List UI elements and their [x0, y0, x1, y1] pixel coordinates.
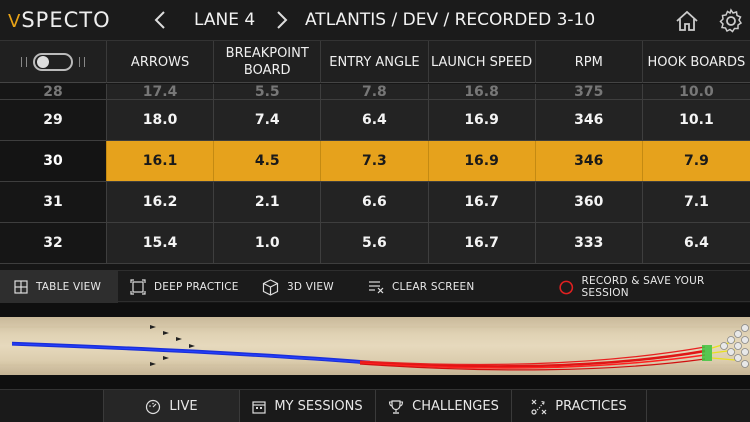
clear-list-icon — [369, 281, 384, 294]
deep-practice-button[interactable]: DEEP PRACTICE — [130, 271, 239, 303]
app-root: VSPECTO LANE 4 ATLANTIS / DEV / RECORDED… — [0, 0, 750, 422]
table-row[interactable]: 29 18.0 7.4 6.4 16.9 346 10.1 — [0, 100, 750, 141]
strategy-play-icon — [531, 399, 547, 415]
table-row-selected[interactable]: 30 16.1 4.5 7.3 16.9 346 7.9 — [0, 141, 750, 182]
cell-hook-boards: 6.4 — [684, 235, 709, 251]
nav-my-sessions-label: MY SESSIONS — [274, 399, 363, 414]
cell-arrows: 15.4 — [107, 223, 215, 263]
bowling-lane — [0, 317, 750, 375]
lane-visualization — [0, 303, 750, 389]
cell-breakpoint-board: 7.4 — [214, 100, 322, 140]
top-bar: VSPECTO LANE 4 ATLANTIS / DEV / RECORDED… — [0, 0, 750, 41]
cell-arrows: 16.2 — [107, 182, 215, 222]
shot-number: 31 — [0, 182, 107, 222]
cell-rpm: 360 — [536, 182, 643, 222]
shot-number: 30 — [0, 141, 107, 181]
cell-breakpoint-board: 1.0 — [214, 223, 322, 263]
column-header-rpm[interactable]: RPM — [536, 41, 643, 83]
home-icon[interactable] — [674, 8, 700, 34]
cell-entry-angle: 7.3 — [321, 141, 429, 181]
table-row[interactable]: 31 16.2 2.1 6.6 16.7 360 7.1 — [0, 182, 750, 223]
cell-launch-speed: 16.9 — [429, 141, 536, 181]
toggle-tick-right — [78, 57, 85, 67]
cell-arrows: 16.1 — [107, 141, 215, 181]
cell-breakpoint-board: 5.5 — [214, 84, 322, 99]
cell-launch-speed: 16.9 — [429, 100, 536, 140]
cell-hook-boards: 7.1 — [684, 194, 709, 210]
frame-corners-icon — [130, 279, 146, 295]
cell-arrows: 18.0 — [107, 100, 215, 140]
view-toolbar: TABLE VIEW DEEP PRACTICE 3D VIEW CLEAR S… — [0, 270, 750, 303]
trophy-icon — [389, 399, 404, 414]
clear-screen-label: CLEAR SCREEN — [392, 281, 475, 293]
cell-rpm: 375 — [536, 84, 643, 99]
cube-icon — [262, 278, 279, 296]
column-header-entry-angle[interactable]: ENTRY ANGLE — [321, 41, 429, 83]
cell-entry-angle: 6.4 — [321, 100, 429, 140]
cell-rpm: 333 — [536, 223, 643, 263]
3d-view-label: 3D VIEW — [287, 281, 334, 293]
table-view-button[interactable]: TABLE VIEW — [0, 271, 118, 303]
column-header-arrows[interactable]: ARROWS — [107, 41, 215, 83]
logo-text: SPECTO — [21, 8, 111, 32]
bottom-navigation: LIVE MY SESSIONS CHALLENGES PRACTICES — [0, 389, 750, 422]
cell-launch-speed: 16.8 — [429, 84, 536, 99]
record-session-button[interactable]: RECORD & SAVE YOUR SESSION — [559, 271, 750, 303]
chevron-left-icon[interactable] — [150, 9, 172, 31]
toggle-knob — [36, 56, 49, 68]
column-header-hook-boards[interactable]: HOOK BOARDS — [643, 41, 750, 83]
cell-entry-angle: 5.6 — [321, 223, 429, 263]
cell-entry-angle: 6.6 — [321, 182, 429, 222]
nav-live[interactable]: LIVE — [103, 390, 239, 422]
bowling-pins-icon — [720, 324, 749, 368]
table-row[interactable]: 28 17.4 5.5 7.8 16.8 375 10.0 — [0, 84, 750, 100]
shot-table: ARROWS BREAKPOINT BOARD ENTRY ANGLE LAUN… — [0, 41, 750, 268]
table-grid-icon — [14, 280, 28, 294]
cell-launch-speed: 16.7 — [429, 223, 536, 263]
cell-arrows: 17.4 — [107, 84, 215, 99]
table-body: 28 17.4 5.5 7.8 16.8 375 10.0 29 18.0 7.… — [0, 84, 750, 264]
cell-breakpoint-board: 2.1 — [214, 182, 322, 222]
cell-hook-boards: 10.1 — [679, 112, 714, 128]
table-row[interactable]: 32 15.4 1.0 5.6 16.7 333 6.4 — [0, 223, 750, 264]
gauge-icon — [146, 399, 161, 414]
column-header-breakpoint-board[interactable]: BREAKPOINT BOARD — [214, 41, 322, 83]
specto-logo: VSPECTO — [8, 8, 111, 32]
deep-practice-label: DEEP PRACTICE — [154, 281, 239, 293]
nav-live-label: LIVE — [169, 399, 198, 414]
3d-view-button[interactable]: 3D VIEW — [262, 271, 334, 303]
cell-hook-boards: 10.0 — [679, 84, 714, 100]
nav-my-sessions[interactable]: MY SESSIONS — [239, 390, 375, 422]
table-view-toggle[interactable] — [0, 41, 107, 83]
ball-path-graphic — [0, 325, 750, 371]
toggle-switch[interactable] — [32, 53, 73, 71]
session-title: ATLANTIS / DEV / RECORDED 3-10 — [305, 10, 596, 30]
cell-breakpoint-board: 4.5 — [214, 141, 322, 181]
shot-number: 28 — [0, 84, 107, 99]
toggle-tick-left — [20, 57, 27, 67]
nav-challenges-label: CHALLENGES — [412, 399, 499, 414]
cell-entry-angle: 7.8 — [321, 84, 429, 99]
lane-arrows — [150, 325, 195, 366]
nav-challenges[interactable]: CHALLENGES — [375, 390, 511, 422]
record-session-label: RECORD & SAVE YOUR SESSION — [581, 275, 705, 299]
table-view-label: TABLE VIEW — [36, 281, 102, 293]
lane-title: LANE 4 — [194, 10, 256, 30]
cell-rpm: 346 — [536, 100, 643, 140]
record-circle-icon — [559, 280, 574, 294]
nav-practices[interactable]: PRACTICES — [511, 390, 647, 422]
nav-practices-label: PRACTICES — [555, 399, 627, 414]
calendar-icon — [252, 400, 266, 414]
gear-icon[interactable] — [718, 8, 744, 34]
shot-number: 29 — [0, 100, 107, 140]
shot-number: 32 — [0, 223, 107, 263]
table-header: ARROWS BREAKPOINT BOARD ENTRY ANGLE LAUN… — [0, 41, 750, 83]
chevron-right-icon[interactable] — [270, 9, 292, 31]
cell-launch-speed: 16.7 — [429, 182, 536, 222]
clear-screen-button[interactable]: CLEAR SCREEN — [368, 271, 474, 303]
column-header-launch-speed[interactable]: LAUNCH SPEED — [429, 41, 536, 83]
cell-rpm: 346 — [536, 141, 643, 181]
cell-hook-boards: 7.9 — [684, 153, 709, 169]
